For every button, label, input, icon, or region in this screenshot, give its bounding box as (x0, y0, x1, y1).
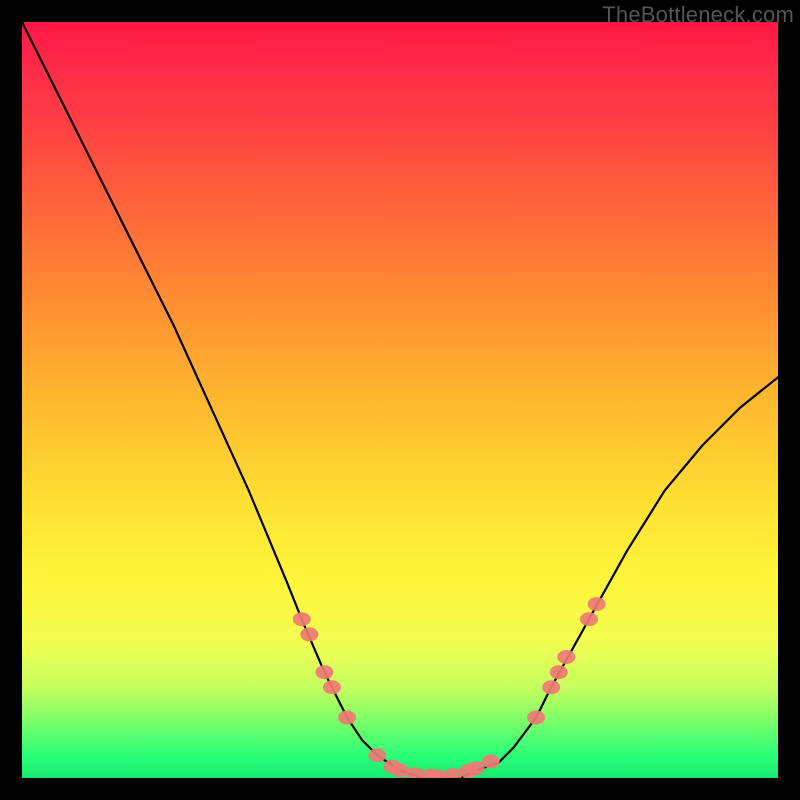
curve-markers (293, 597, 606, 778)
curve-marker (338, 711, 356, 725)
curve-marker (444, 768, 462, 778)
curve-marker (467, 761, 485, 775)
curve-marker (368, 748, 386, 762)
curve-marker (315, 665, 333, 679)
curve-marker (588, 597, 606, 611)
curve-marker (300, 627, 318, 641)
chart-svg (22, 22, 778, 778)
watermark-label: TheBottleneck.com (602, 2, 794, 28)
chart-plot-area (22, 22, 778, 778)
curve-marker (542, 680, 560, 694)
curve-marker (527, 711, 545, 725)
bottleneck-curve (22, 22, 778, 778)
curve-marker (293, 612, 311, 626)
curve-marker (580, 612, 598, 626)
chart-frame: TheBottleneck.com (0, 0, 800, 800)
curve-marker (482, 754, 500, 768)
curve-marker (323, 680, 341, 694)
curve-marker (550, 665, 568, 679)
curve-marker (557, 650, 575, 664)
